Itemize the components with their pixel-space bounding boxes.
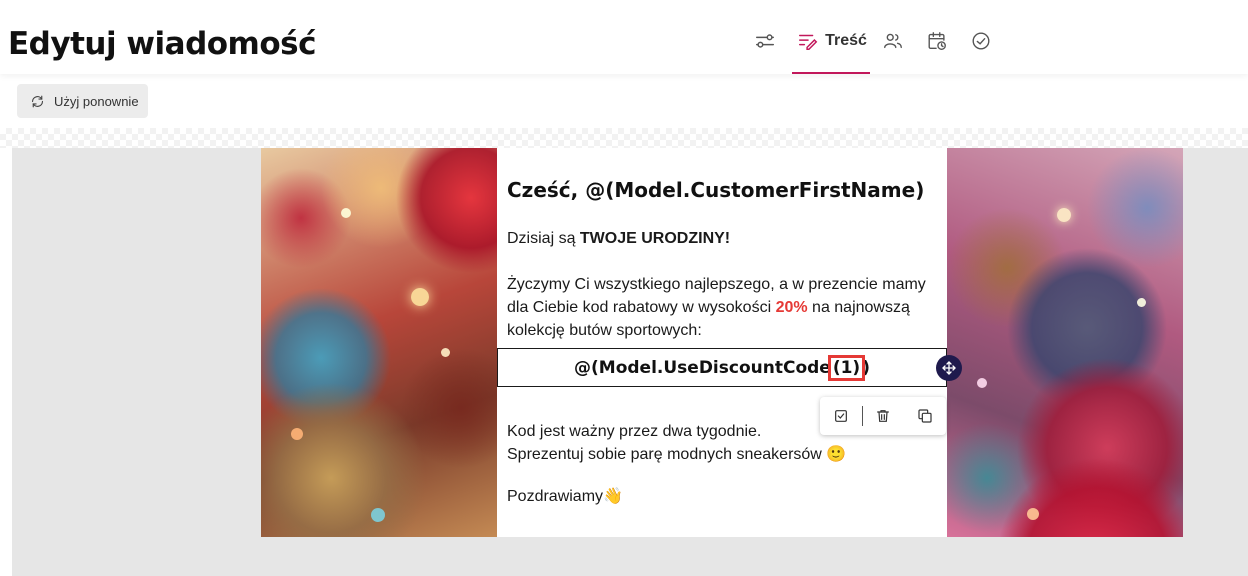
- code-end: ): [862, 357, 870, 378]
- calendar-clock-icon: [928, 32, 946, 50]
- tab-content-label: Treść: [825, 32, 867, 49]
- birthday-line-bold: TWOJE URODZINY!: [579, 230, 731, 247]
- suggestion-line: Sprezentuj sobie parę modnych sneakersów…: [507, 446, 847, 463]
- step-recipients[interactable]: [876, 26, 910, 74]
- sliders-icon: [756, 34, 774, 48]
- refresh-icon: [31, 95, 44, 107]
- greeting-heading[interactable]: Cześć, @(Model.CustomerFirstName): [507, 178, 924, 202]
- validity-line: Kod jest ważny przez dwa tygodnie.: [507, 423, 762, 440]
- discount-code-block[interactable]: @(Model.UseDiscountCode (1)): [497, 348, 947, 387]
- birthday-line[interactable]: Dzisiaj są TWOJE URODZINY!: [507, 228, 730, 250]
- reuse-button-label: Użyj ponownie: [54, 93, 139, 109]
- block-toolbar: [820, 397, 946, 435]
- wizard-steps: Treść: [748, 26, 998, 74]
- code-highlight: (1): [827, 354, 866, 381]
- step-schedule[interactable]: [920, 26, 954, 74]
- canvas-top-border: [0, 128, 1248, 148]
- select-block-button[interactable]: [820, 397, 862, 435]
- page-title: Edytuj wiadomość: [8, 26, 316, 62]
- code-main: @(Model.UseDiscountCode: [574, 357, 831, 378]
- check-circle-icon: [972, 32, 990, 50]
- reuse-button[interactable]: Użyj ponownie: [17, 84, 148, 118]
- duplicate-icon: [918, 409, 932, 423]
- move-handle[interactable]: [936, 355, 962, 381]
- move-icon: [942, 361, 956, 375]
- balloons-image-left[interactable]: [261, 148, 497, 537]
- validity-paragraph[interactable]: Kod jest ważny przez dwa tygodnie. Sprez…: [507, 420, 846, 466]
- tab-content[interactable]: Treść: [792, 26, 870, 74]
- balloons-image-right[interactable]: [947, 148, 1183, 537]
- users-icon: [884, 33, 902, 49]
- top-header: Edytuj wiadomość Treść: [0, 0, 1248, 74]
- trash-icon: [877, 410, 890, 422]
- step-summary[interactable]: [964, 26, 998, 74]
- birthday-line-prefix: Dzisiaj są: [507, 230, 580, 247]
- discount-code-text: @(Model.UseDiscountCode (1)): [574, 354, 870, 381]
- content-edit-icon: [799, 34, 818, 50]
- step-settings[interactable]: [748, 26, 782, 74]
- email-content-block[interactable]: Cześć, @(Model.CustomerFirstName) Dzisia…: [497, 148, 947, 537]
- delete-block-button[interactable]: [863, 397, 905, 435]
- closing-line[interactable]: Pozdrawiamy👋: [507, 486, 623, 508]
- discount-value: 20%: [775, 299, 808, 316]
- checkbox-icon: [834, 410, 847, 422]
- duplicate-block-button[interactable]: [904, 397, 946, 435]
- wishes-paragraph[interactable]: Życzymy Ci wszystkiego najlepszego, a w …: [507, 273, 937, 342]
